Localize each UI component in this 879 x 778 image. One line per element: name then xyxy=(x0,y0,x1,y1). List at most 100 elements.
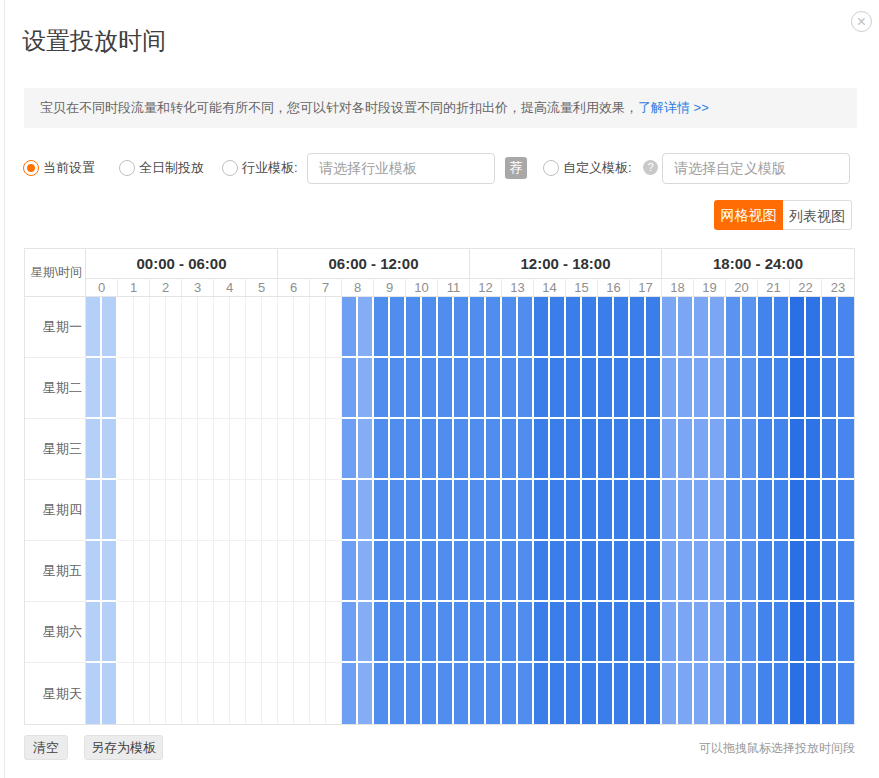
schedule-cell[interactable] xyxy=(118,602,134,663)
schedule-cell[interactable] xyxy=(470,541,486,602)
schedule-cell[interactable] xyxy=(326,541,342,602)
schedule-cell[interactable] xyxy=(470,419,486,480)
schedule-cell[interactable] xyxy=(198,480,214,541)
schedule-cell[interactable] xyxy=(470,663,486,724)
schedule-cell[interactable] xyxy=(86,358,102,419)
schedule-cell[interactable] xyxy=(214,480,230,541)
schedule-cell[interactable] xyxy=(246,358,262,419)
schedule-cell[interactable] xyxy=(710,297,726,358)
schedule-cell[interactable] xyxy=(246,419,262,480)
schedule-cell[interactable] xyxy=(374,541,390,602)
schedule-cell[interactable] xyxy=(534,602,550,663)
schedule-cell[interactable] xyxy=(182,541,198,602)
schedule-cell[interactable] xyxy=(134,541,150,602)
schedule-cell[interactable] xyxy=(406,602,422,663)
schedule-cell[interactable] xyxy=(102,419,118,480)
close-icon[interactable]: × xyxy=(851,11,872,32)
schedule-cell[interactable] xyxy=(230,419,246,480)
schedule-cell[interactable] xyxy=(134,663,150,724)
schedule-cell[interactable] xyxy=(582,663,598,724)
schedule-cell[interactable] xyxy=(758,480,774,541)
schedule-cell[interactable] xyxy=(278,602,294,663)
schedule-cell[interactable] xyxy=(758,602,774,663)
schedule-cell[interactable] xyxy=(598,358,614,419)
schedule-cell[interactable] xyxy=(182,602,198,663)
schedule-cell[interactable] xyxy=(502,541,518,602)
schedule-cell[interactable] xyxy=(518,663,534,724)
schedule-cell[interactable] xyxy=(550,419,566,480)
schedule-cell[interactable] xyxy=(262,663,278,724)
schedule-cell[interactable] xyxy=(694,541,710,602)
schedule-cell[interactable] xyxy=(742,541,758,602)
schedule-cell[interactable] xyxy=(182,419,198,480)
schedule-cell[interactable] xyxy=(598,602,614,663)
schedule-cell[interactable] xyxy=(454,480,470,541)
schedule-cell[interactable] xyxy=(118,419,134,480)
schedule-cell[interactable] xyxy=(502,419,518,480)
schedule-cell[interactable] xyxy=(726,480,742,541)
schedule-cell[interactable] xyxy=(278,419,294,480)
schedule-cell[interactable] xyxy=(406,480,422,541)
schedule-cell[interactable] xyxy=(454,419,470,480)
schedule-cell[interactable] xyxy=(326,358,342,419)
schedule-cell[interactable] xyxy=(694,602,710,663)
schedule-cell[interactable] xyxy=(710,480,726,541)
schedule-cell[interactable] xyxy=(678,602,694,663)
radio-selected-icon[interactable] xyxy=(23,160,39,176)
schedule-cell[interactable] xyxy=(710,663,726,724)
schedule-cell[interactable] xyxy=(822,480,838,541)
schedule-cell[interactable] xyxy=(838,297,854,358)
schedule-cell[interactable] xyxy=(198,358,214,419)
schedule-cell[interactable] xyxy=(822,297,838,358)
schedule-cell[interactable] xyxy=(486,419,502,480)
schedule-cell[interactable] xyxy=(294,541,310,602)
schedule-cell[interactable] xyxy=(390,358,406,419)
schedule-cell[interactable] xyxy=(374,602,390,663)
schedule-cell[interactable] xyxy=(390,602,406,663)
schedule-cell[interactable] xyxy=(358,541,374,602)
schedule-cell[interactable] xyxy=(678,541,694,602)
schedule-cell[interactable] xyxy=(550,541,566,602)
schedule-cell[interactable] xyxy=(614,297,630,358)
schedule-cell[interactable] xyxy=(486,480,502,541)
schedule-cell[interactable] xyxy=(294,297,310,358)
schedule-cell[interactable] xyxy=(374,358,390,419)
schedule-cell[interactable] xyxy=(374,419,390,480)
schedule-cell[interactable] xyxy=(486,663,502,724)
schedule-cell[interactable] xyxy=(486,541,502,602)
schedule-cell[interactable] xyxy=(86,663,102,724)
schedule-cell[interactable] xyxy=(486,358,502,419)
schedule-cell[interactable] xyxy=(294,602,310,663)
schedule-cell[interactable] xyxy=(518,602,534,663)
schedule-cell[interactable] xyxy=(726,419,742,480)
schedule-cell[interactable] xyxy=(470,358,486,419)
schedule-cell[interactable] xyxy=(342,419,358,480)
schedule-cell[interactable] xyxy=(118,297,134,358)
schedule-cell[interactable] xyxy=(838,419,854,480)
schedule-cell[interactable] xyxy=(422,297,438,358)
schedule-cell[interactable] xyxy=(710,419,726,480)
schedule-cell[interactable] xyxy=(774,541,790,602)
schedule-cell[interactable] xyxy=(614,602,630,663)
radio-industry-template[interactable]: 行业模板: xyxy=(222,152,298,184)
schedule-cell[interactable] xyxy=(198,602,214,663)
schedule-cell[interactable] xyxy=(502,297,518,358)
schedule-cell[interactable] xyxy=(678,419,694,480)
schedule-cell[interactable] xyxy=(262,419,278,480)
schedule-cell[interactable] xyxy=(214,541,230,602)
schedule-cell[interactable] xyxy=(630,419,646,480)
schedule-cell[interactable] xyxy=(310,541,326,602)
schedule-cell[interactable] xyxy=(406,419,422,480)
schedule-cell[interactable] xyxy=(534,663,550,724)
schedule-cell[interactable] xyxy=(662,663,678,724)
schedule-cell[interactable] xyxy=(646,663,662,724)
schedule-cell[interactable] xyxy=(694,358,710,419)
schedule-cell[interactable] xyxy=(358,419,374,480)
schedule-cell[interactable] xyxy=(438,358,454,419)
schedule-cell[interactable] xyxy=(534,297,550,358)
schedule-cell[interactable] xyxy=(534,358,550,419)
schedule-cell[interactable] xyxy=(726,602,742,663)
schedule-cell[interactable] xyxy=(774,419,790,480)
schedule-cell[interactable] xyxy=(198,297,214,358)
schedule-cell[interactable] xyxy=(726,358,742,419)
